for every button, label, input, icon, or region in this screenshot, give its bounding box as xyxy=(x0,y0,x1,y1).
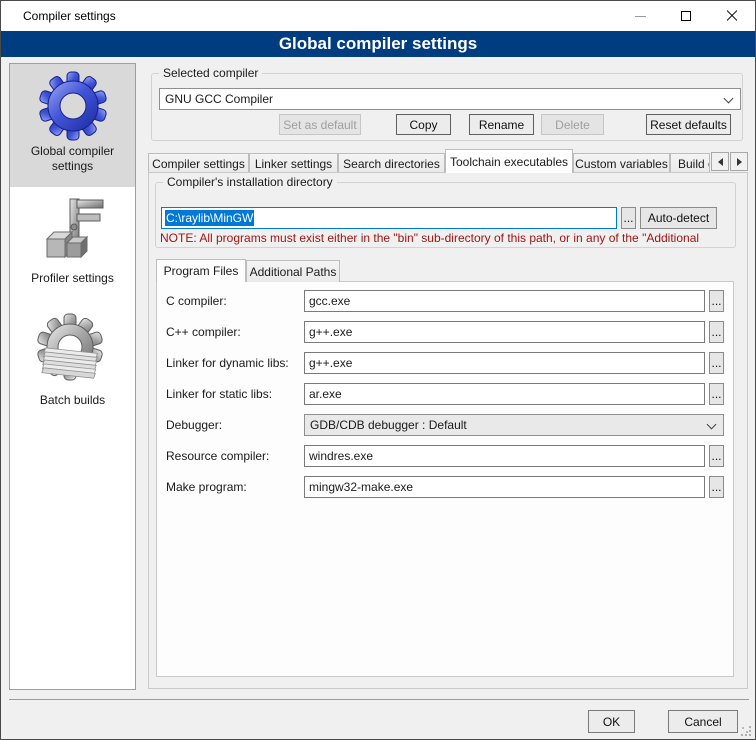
resource-compiler-label: Resource compiler: xyxy=(166,449,269,463)
sidebar-item-global-compiler-settings[interactable]: Global compiler settings xyxy=(10,64,135,187)
linker-dynamic-input[interactable] xyxy=(304,352,705,374)
cpp-compiler-browse-button[interactable]: ... xyxy=(709,321,724,343)
selected-compiler-dropdown[interactable]: GNU GCC Compiler xyxy=(159,88,741,110)
sidebar-item-profiler-settings[interactable]: Profiler settings xyxy=(10,187,135,299)
reset-defaults-button[interactable]: Reset defaults xyxy=(646,114,731,135)
selected-compiler-value: GNU GCC Compiler xyxy=(165,92,273,106)
footer-divider xyxy=(9,699,749,700)
make-program-label: Make program: xyxy=(166,480,247,494)
make-program-input[interactable] xyxy=(304,476,705,498)
resource-compiler-browse-button[interactable]: ... xyxy=(709,445,724,467)
maximize-button[interactable] xyxy=(663,1,709,31)
minimize-icon xyxy=(635,16,646,17)
installation-directory-input[interactable]: C:\raylib\MinGW xyxy=(161,207,617,229)
make-program-browse-button[interactable]: ... xyxy=(709,476,724,498)
tab-scroll-right-button[interactable] xyxy=(730,152,748,171)
maximize-icon xyxy=(681,11,691,21)
window-title: Compiler settings xyxy=(23,9,116,23)
installation-directory-value: C:\raylib\MinGW xyxy=(165,210,254,226)
c-compiler-browse-button[interactable]: ... xyxy=(709,290,724,312)
tab-scroll-left-button[interactable] xyxy=(711,152,729,171)
resource-compiler-input[interactable] xyxy=(304,445,705,467)
delete-button[interactable]: Delete xyxy=(541,114,604,135)
selected-compiler-group-label: Selected compiler xyxy=(159,66,262,80)
close-icon xyxy=(726,10,738,22)
c-compiler-label: C compiler: xyxy=(166,294,227,308)
linker-static-label: Linker for static libs: xyxy=(166,387,272,401)
copy-button[interactable]: Copy xyxy=(396,114,451,135)
sidebar-item-label: Global compiler settings xyxy=(10,142,135,182)
browse-directory-button[interactable]: ... xyxy=(621,207,636,229)
resize-grip[interactable] xyxy=(741,726,751,736)
compiler-settings-window: Compiler settings Global compiler settin… xyxy=(0,0,756,740)
debugger-label: Debugger: xyxy=(166,418,222,432)
chevron-down-icon xyxy=(724,94,734,104)
rename-button[interactable]: Rename xyxy=(469,114,534,135)
chevron-down-icon xyxy=(707,420,717,430)
tab-program-files[interactable]: Program Files xyxy=(156,259,246,282)
debugger-dropdown[interactable]: GDB/CDB debugger : Default xyxy=(304,414,724,436)
tab-compiler-settings[interactable]: Compiler settings xyxy=(148,153,249,173)
sidebar-item-label: Profiler settings xyxy=(10,269,135,294)
c-compiler-input[interactable] xyxy=(304,290,705,312)
tab-linker-settings[interactable]: Linker settings xyxy=(249,153,338,173)
installation-directory-group-label: Compiler's installation directory xyxy=(163,175,337,189)
sidebar-item-label: Batch builds xyxy=(10,391,135,416)
tab-build-options[interactable]: Build options xyxy=(670,153,710,173)
set-as-default-button[interactable]: Set as default xyxy=(279,114,361,135)
linker-dynamic-browse-button[interactable]: ... xyxy=(709,352,724,374)
sidebar-item-batch-builds[interactable]: Batch builds xyxy=(10,299,135,427)
linker-static-input[interactable] xyxy=(304,383,705,405)
linker-dynamic-label: Linker for dynamic libs: xyxy=(166,356,289,370)
caliper-icon xyxy=(10,197,135,269)
auto-detect-button[interactable]: Auto-detect xyxy=(640,207,717,229)
close-button[interactable] xyxy=(709,1,755,31)
debugger-value: GDB/CDB debugger : Default xyxy=(310,418,467,432)
blue-gear-icon xyxy=(10,70,135,142)
right-arrow-icon xyxy=(737,158,742,166)
left-arrow-icon xyxy=(718,158,723,166)
tab-toolchain-executables[interactable]: Toolchain executables xyxy=(445,149,573,173)
settings-category-list: Global compiler settings xyxy=(9,63,136,690)
cancel-button[interactable]: Cancel xyxy=(668,710,738,733)
tab-custom-variables[interactable]: Custom variables xyxy=(573,153,670,173)
titlebar: Compiler settings xyxy=(1,1,755,31)
cpp-compiler-input[interactable] xyxy=(304,321,705,343)
gray-gear-stack-icon xyxy=(10,313,135,391)
ok-button[interactable]: OK xyxy=(588,710,635,733)
bin-subdirectory-note: NOTE: All programs must exist either in … xyxy=(160,231,733,245)
tab-additional-paths[interactable]: Additional Paths xyxy=(246,260,340,282)
linker-static-browse-button[interactable]: ... xyxy=(709,383,724,405)
minimize-button[interactable] xyxy=(617,1,663,31)
page-title: Global compiler settings xyxy=(1,31,755,57)
cpp-compiler-label: C++ compiler: xyxy=(166,325,241,339)
tab-search-directories[interactable]: Search directories xyxy=(338,153,445,173)
